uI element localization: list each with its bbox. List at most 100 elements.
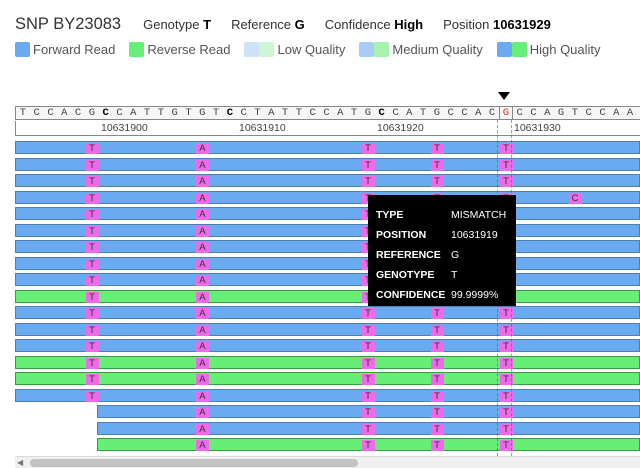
mismatch-base[interactable]: T <box>361 390 375 402</box>
forward-read[interactable]: TATTT <box>15 306 640 319</box>
mismatch-base[interactable]: A <box>195 440 209 451</box>
mismatch-base[interactable]: T <box>361 143 375 154</box>
reference-base: C <box>447 107 454 119</box>
reverse-read[interactable]: ATTT <box>97 438 640 451</box>
reverse-read-swatch <box>129 41 145 57</box>
mismatch-base[interactable]: T <box>85 275 99 286</box>
forward-read[interactable]: TATTT <box>15 157 640 171</box>
reference-base: T <box>419 107 427 119</box>
mismatch-base[interactable]: A <box>195 423 209 435</box>
mismatch-base[interactable]: A <box>195 225 209 237</box>
mismatch-base[interactable]: T <box>85 176 99 187</box>
mismatch-base[interactable]: A <box>195 374 209 385</box>
mismatch-base[interactable]: A <box>195 357 209 369</box>
reverse-read[interactable]: TATTT <box>15 372 640 385</box>
forward-read[interactable]: TATTT <box>15 223 640 237</box>
tooltip-genotype-label: GENOTYPE <box>376 269 435 281</box>
mismatch-base[interactable]: T <box>361 423 375 435</box>
mismatch-base[interactable]: T <box>361 357 375 369</box>
mismatch-base[interactable]: C <box>568 192 582 204</box>
mismatch-base[interactable]: A <box>195 341 209 352</box>
mismatch-base[interactable]: A <box>195 209 209 220</box>
scroll-left-arrow-icon[interactable]: ◀ <box>17 458 23 467</box>
mismatch-base[interactable]: T <box>361 374 375 385</box>
confidence-label: Confidence <box>324 17 391 32</box>
mismatch-base[interactable]: A <box>195 407 209 418</box>
mismatch-base[interactable]: T <box>430 423 444 435</box>
forward-read[interactable]: TATTT <box>15 339 640 352</box>
mismatch-base[interactable]: A <box>195 308 209 319</box>
forward-read[interactable]: TATTT <box>15 174 640 187</box>
reference-base: C <box>585 107 592 119</box>
mismatch-base[interactable]: T <box>85 258 99 270</box>
mismatch-base[interactable]: A <box>195 390 209 402</box>
horizontal-scrollbar-thumb[interactable] <box>30 459 358 467</box>
mismatch-base[interactable]: T <box>85 192 99 204</box>
mismatch-base[interactable]: T <box>85 308 99 319</box>
reference-base: T <box>350 107 358 119</box>
mismatch-base[interactable]: A <box>195 143 209 154</box>
horizontal-scrollbar[interactable]: ◀ <box>15 456 640 468</box>
forward-read[interactable]: TATTT <box>15 141 640 154</box>
forward-read[interactable]: TATTT <box>15 207 640 220</box>
reference-base: G <box>171 107 178 119</box>
mismatch-base[interactable]: T <box>361 308 375 319</box>
legend-high-quality: High Quality <box>496 41 601 57</box>
mismatch-base[interactable]: T <box>361 407 375 418</box>
forward-read[interactable]: TATTT <box>15 273 640 286</box>
mismatch-base[interactable]: T <box>361 341 375 352</box>
mismatch-base[interactable]: T <box>430 341 444 352</box>
reverse-read[interactable]: TATTT <box>15 289 640 303</box>
mismatch-base[interactable]: T <box>430 407 444 418</box>
mismatch-base[interactable]: T <box>85 374 99 385</box>
reverse-read[interactable]: TATTT <box>15 355 640 369</box>
forward-read[interactable]: ATTT <box>97 405 640 418</box>
mismatch-base[interactable]: T <box>430 440 444 451</box>
forward-read[interactable]: TATTT <box>15 256 640 270</box>
mismatch-base[interactable]: T <box>430 159 444 171</box>
mismatch-base[interactable]: A <box>195 275 209 286</box>
mismatch-base[interactable]: T <box>430 324 444 336</box>
mismatch-base[interactable]: T <box>430 390 444 402</box>
mismatch-base[interactable]: T <box>85 225 99 237</box>
mismatch-base[interactable]: T <box>85 242 99 253</box>
mismatch-base[interactable]: T <box>85 357 99 369</box>
mismatch-base[interactable]: T <box>85 143 99 154</box>
reference-base: G <box>557 107 565 119</box>
reference-base: C <box>33 107 40 119</box>
mismatch-base[interactable]: T <box>430 308 444 319</box>
forward-read[interactable]: TATTT <box>15 388 640 402</box>
forward-read[interactable]: TATTT <box>15 240 640 253</box>
mismatch-base[interactable]: A <box>195 291 209 303</box>
mismatch-base[interactable]: T <box>430 374 444 385</box>
mismatch-base[interactable]: A <box>195 176 209 187</box>
snp-position-marker-icon <box>498 92 510 100</box>
mismatch-base[interactable]: T <box>85 390 99 402</box>
tooltip-genotype-value: T <box>451 269 458 281</box>
mismatch-base[interactable]: A <box>195 258 209 270</box>
mismatch-base[interactable]: T <box>85 291 99 303</box>
forward-read[interactable]: ATTT <box>97 421 640 435</box>
mismatch-base[interactable]: T <box>361 324 375 336</box>
reference-value: G <box>294 17 305 32</box>
mismatch-base[interactable]: A <box>195 159 209 171</box>
mismatch-base[interactable]: A <box>195 324 209 336</box>
mismatch-base[interactable]: T <box>430 143 444 154</box>
position-label: Position <box>443 17 490 32</box>
mismatch-base[interactable]: T <box>430 357 444 369</box>
mismatch-base[interactable]: T <box>85 324 99 336</box>
mismatch-base[interactable]: A <box>195 242 209 253</box>
mismatch-base[interactable]: A <box>195 192 209 204</box>
medium-quality-reverse-swatch <box>374 41 390 57</box>
forward-read[interactable]: TATTTC <box>15 190 640 204</box>
mismatch-base[interactable]: T <box>85 159 99 171</box>
genotype-field: Genotype T <box>143 17 211 32</box>
mismatch-base[interactable]: T <box>361 159 375 171</box>
forward-read[interactable]: TATTT <box>15 322 640 336</box>
mismatch-base[interactable]: T <box>361 440 375 451</box>
mismatch-base[interactable]: T <box>85 209 99 220</box>
tooltip-confidence-label: CONFIDENCE <box>376 289 446 301</box>
mismatch-base[interactable]: T <box>85 341 99 352</box>
mismatch-base[interactable]: T <box>430 176 444 187</box>
mismatch-base[interactable]: T <box>361 176 375 187</box>
